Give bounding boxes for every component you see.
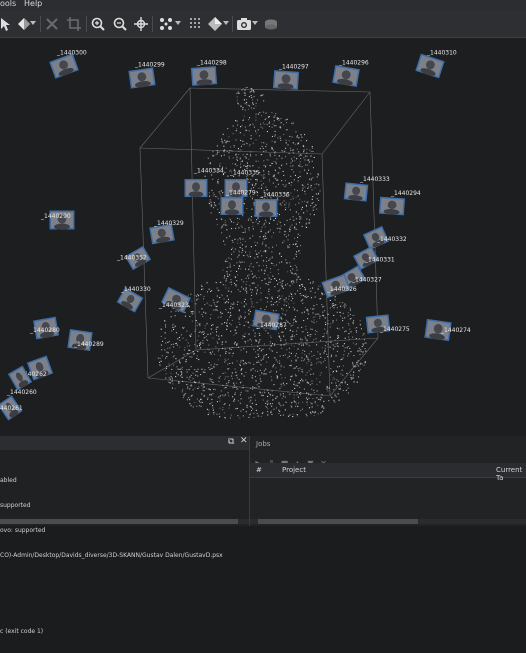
menu-help[interactable]: Help: [24, 0, 42, 9]
camera-thumbnail[interactable]: [343, 182, 369, 202]
crop-icon[interactable]: [64, 14, 84, 34]
camera-label: _1440297: [278, 64, 309, 71]
jobs-panel: Jobs ▶‖■▲▼✕ # Project Current Ta: [250, 436, 526, 526]
bounding-box: [139, 87, 379, 397]
camera-label: _1440352: [116, 255, 147, 262]
console-log: abled supported ovo: supported CO)-Admin…: [0, 460, 223, 653]
camera-label: _1440279: [225, 190, 256, 197]
camera-thumbnail[interactable]: [220, 197, 244, 216]
scrollbar-thumb[interactable]: [258, 519, 418, 524]
column-project[interactable]: Project: [282, 466, 306, 474]
jobs-scrollbar[interactable]: [250, 519, 526, 524]
chevron-down-icon[interactable]: [250, 18, 260, 28]
camera-label: _1440336: [259, 192, 290, 199]
camera-label: _1440310: [426, 50, 457, 57]
menu-tools[interactable]: ools: [0, 0, 16, 9]
camera-label: _1440329: [153, 220, 184, 227]
scrollbar-thumb[interactable]: [0, 519, 238, 524]
close-icon[interactable]: ✕: [240, 436, 248, 446]
camera-label: _1440290: [40, 213, 71, 220]
camera-label: _1440332: [376, 236, 407, 243]
column-number[interactable]: #: [256, 466, 262, 474]
menu-bar: ools Help: [0, 0, 526, 10]
camera-label: _1440280: [29, 327, 60, 334]
zoom-out-icon[interactable]: [110, 14, 130, 34]
camera-thumbnail[interactable]: [49, 53, 79, 79]
camera-label: _1440294: [390, 190, 421, 197]
jobs-title: Jobs: [256, 440, 271, 448]
camera-thumbnail[interactable]: [128, 67, 156, 89]
console-line: abled: [0, 476, 17, 484]
console-scrollbar[interactable]: [0, 519, 249, 524]
camera-thumbnail[interactable]: [378, 196, 406, 216]
camera-label: _1440260: [6, 389, 37, 396]
console-panel: ⧉ ✕ abled supported ovo: supported CO)-A…: [0, 436, 250, 635]
camera-thumbnail[interactable]: [161, 286, 191, 314]
camera-thumbnail[interactable]: [184, 179, 208, 198]
camera-thumbnail[interactable]: [7, 365, 33, 391]
console-header: ⧉ ✕: [0, 436, 249, 450]
zoom-in-icon[interactable]: [88, 14, 108, 34]
camera-label: _1440333: [359, 176, 390, 183]
console-line: supported: [0, 502, 31, 510]
camera-label: _1440299: [134, 62, 165, 69]
jobs-toolbar: ▶‖■▲▼✕: [254, 451, 332, 468]
jobs-table-header: # Project Current Ta: [250, 463, 526, 482]
camera-thumbnail[interactable]: [332, 64, 360, 88]
move-icon[interactable]: [131, 14, 151, 34]
camera-label: _1440296: [338, 60, 369, 67]
chevron-down-icon[interactable]: [221, 18, 231, 28]
camera-label: _1440275: [379, 326, 410, 333]
dense-cloud-icon[interactable]: [186, 14, 206, 34]
scene-canvas[interactable]: _1440300 _1440299 _1440298 _1440297 _1440296…: [0, 38, 526, 436]
camera-thumbnail[interactable]: [415, 53, 445, 79]
toolbar: [0, 10, 526, 38]
camera-label: _1440335: [229, 170, 260, 177]
camera-label: _1440287: [256, 322, 287, 329]
camera-label: _1440323: [158, 302, 189, 309]
model-viewport[interactable]: _1440300 _1440299 _1440298 _1440297 _1440296…: [0, 38, 526, 436]
camera-label: _1440298: [196, 60, 227, 67]
console-line: c (exit code 1): [0, 628, 44, 636]
camera-label: _1440327: [351, 277, 382, 284]
chevron-down-icon[interactable]: [173, 18, 183, 28]
column-current-task[interactable]: Current Ta: [496, 466, 526, 482]
camera-label: _1440274: [440, 327, 471, 334]
restore-icon[interactable]: ⧉: [228, 437, 234, 447]
console-line: ovo: supported: [0, 527, 46, 535]
camera-label: _1440331: [364, 257, 395, 264]
camera-label: _1440334: [193, 168, 224, 175]
camera-label: _1440261: [0, 405, 23, 412]
layers-icon[interactable]: [261, 14, 281, 34]
console-line: CO)-Admin/Desktop/Davids_diverse/3D-SKAN…: [0, 552, 223, 560]
camera-label: _1440289: [73, 341, 104, 348]
camera-thumbnail[interactable]: [190, 66, 218, 86]
chevron-down-icon[interactable]: [28, 18, 38, 28]
camera-label: _1440330: [120, 286, 151, 293]
camera-label: _1440326: [326, 286, 357, 293]
camera-thumbnail[interactable]: [272, 70, 300, 90]
camera-thumbnail[interactable]: [254, 199, 278, 218]
camera-label: _1440300: [56, 50, 87, 57]
delete-icon[interactable]: [42, 14, 62, 34]
